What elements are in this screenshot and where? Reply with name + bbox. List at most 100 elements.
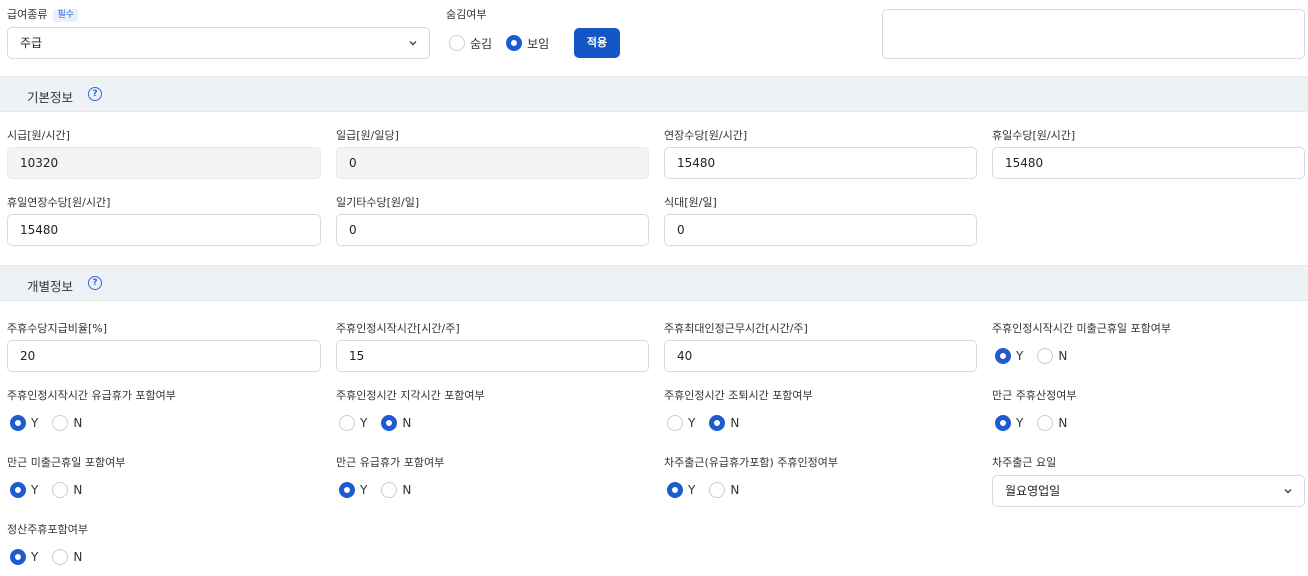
- field-label: 만근 유급휴가 포함여부: [336, 456, 445, 469]
- holiday-overtime-input[interactable]: 15480: [7, 214, 321, 246]
- radio-icon: [381, 415, 398, 431]
- yn-radio-group: Y N: [995, 415, 1081, 431]
- radio-icon: [667, 482, 683, 498]
- radio-label: N: [402, 483, 412, 497]
- radio-label: N: [73, 550, 83, 564]
- radio-label: 숨김: [470, 36, 493, 51]
- radio-yes[interactable]: Y: [995, 348, 1023, 364]
- radio-no[interactable]: N: [381, 415, 411, 431]
- yn-radio-group: Y N: [10, 482, 96, 498]
- hide-radio-group: 숨김 보임: [449, 35, 563, 51]
- required-badge: 필수: [53, 9, 79, 22]
- hourly-wage-input[interactable]: 10320: [7, 147, 321, 179]
- select-value: 월요영업일: [1005, 484, 1061, 498]
- field-label: 일기타수당[원/일]: [336, 196, 420, 209]
- radio-icon: [1037, 415, 1054, 431]
- yn-radio-group: Y N: [667, 415, 753, 431]
- radio-no[interactable]: N: [1037, 348, 1067, 364]
- radio-yes[interactable]: Y: [10, 549, 38, 565]
- chevron-down-icon: [409, 41, 417, 46]
- radio-yes[interactable]: Y: [995, 415, 1023, 431]
- radio-icon: [449, 35, 465, 51]
- next-week-day-select[interactable]: 월요영업일: [992, 475, 1305, 507]
- hide-radio-hidden[interactable]: 숨김: [449, 35, 492, 52]
- radio-icon: [709, 415, 726, 431]
- weekly-start-hours-input[interactable]: 15: [336, 340, 649, 372]
- radio-yes[interactable]: Y: [10, 482, 38, 498]
- radio-label: N: [73, 416, 83, 430]
- radio-yes[interactable]: Y: [339, 482, 367, 498]
- radio-label: Y: [360, 416, 368, 430]
- section-title: 개별정보: [27, 279, 74, 294]
- radio-yes[interactable]: Y: [10, 415, 38, 431]
- field-label: 주휴인정시작시간[시간/주]: [336, 322, 460, 335]
- weekly-allowance-rate-input[interactable]: 20: [7, 340, 321, 372]
- hide-radio-visible[interactable]: 보임: [506, 35, 549, 52]
- radio-label: Y: [1016, 349, 1024, 363]
- radio-no[interactable]: N: [52, 549, 82, 565]
- field-label: 일급[원/일당]: [336, 129, 399, 142]
- pay-type-value: 주급: [20, 36, 43, 50]
- radio-icon: [52, 549, 69, 565]
- radio-no[interactable]: N: [709, 415, 739, 431]
- overtime-pay-input[interactable]: 15480: [664, 147, 977, 179]
- field-label: 주휴최대인정근무시간[시간/주]: [664, 322, 808, 335]
- field-label: 휴일수당[원/시간]: [992, 129, 1076, 142]
- radio-label: N: [402, 416, 412, 430]
- field-label: 차주출근 요일: [992, 456, 1057, 469]
- pay-type-label-text: 급여종류: [7, 8, 48, 21]
- field-label: 식대[원/일]: [664, 196, 717, 209]
- radio-label: Y: [31, 550, 39, 564]
- radio-label: Y: [360, 483, 368, 497]
- radio-label: Y: [31, 483, 39, 497]
- radio-no[interactable]: N: [52, 482, 82, 498]
- radio-no[interactable]: N: [1037, 415, 1067, 431]
- field-label: 연장수당[원/시간]: [664, 129, 748, 142]
- radio-icon: [995, 415, 1011, 431]
- radio-yes[interactable]: Y: [667, 415, 695, 431]
- field-label: 주휴인정시간 지각시간 포함여부: [336, 389, 485, 402]
- radio-icon: [52, 415, 69, 431]
- radio-icon: [709, 482, 726, 498]
- radio-yes[interactable]: Y: [339, 415, 367, 431]
- radio-no[interactable]: N: [381, 482, 411, 498]
- memo-textarea[interactable]: [882, 9, 1305, 59]
- radio-no[interactable]: N: [709, 482, 739, 498]
- radio-icon: [381, 482, 398, 498]
- radio-icon: [10, 482, 26, 498]
- radio-icon: [339, 415, 355, 431]
- field-label: 정산주휴포함여부: [7, 523, 88, 536]
- help-icon[interactable]: ?: [88, 276, 102, 290]
- pay-type-select[interactable]: 주급: [7, 27, 430, 59]
- chevron-down-icon: [1284, 489, 1292, 494]
- yn-radio-group: Y N: [339, 482, 425, 498]
- holiday-pay-input[interactable]: 15480: [992, 147, 1305, 179]
- radio-icon: [995, 348, 1011, 364]
- hide-label: 숨김여부: [446, 8, 487, 21]
- yn-radio-group: Y N: [995, 348, 1081, 364]
- radio-label: Y: [688, 416, 696, 430]
- daily-wage-input[interactable]: 0: [336, 147, 649, 179]
- field-label: 만근 주휴산정여부: [992, 389, 1077, 402]
- field-label: 휴일연장수당[원/시간]: [7, 196, 111, 209]
- meal-allowance-input[interactable]: 0: [664, 214, 977, 246]
- radio-icon: [339, 482, 355, 498]
- help-icon[interactable]: ?: [88, 87, 102, 101]
- radio-icon: [667, 415, 683, 431]
- daily-other-allowance-input[interactable]: 0: [336, 214, 649, 246]
- individual-section-header: 개별정보 ?: [0, 265, 1308, 301]
- radio-icon: [10, 415, 26, 431]
- field-label: 주휴인정시간 조퇴시간 포함여부: [664, 389, 813, 402]
- yn-radio-group: Y N: [667, 482, 753, 498]
- field-label: 차주출근(유급휴가포함) 주휴인정여부: [664, 456, 838, 469]
- radio-icon: [506, 35, 523, 51]
- radio-label: N: [730, 483, 740, 497]
- radio-label: N: [1058, 349, 1068, 363]
- weekly-max-hours-input[interactable]: 40: [664, 340, 977, 372]
- field-label: 주휴인정시작시간 유급휴가 포함여부: [7, 389, 176, 402]
- radio-no[interactable]: N: [52, 415, 82, 431]
- basic-section-header: 기본정보 ?: [0, 76, 1308, 112]
- apply-button[interactable]: 적용: [574, 28, 620, 58]
- radio-label: Y: [31, 416, 39, 430]
- radio-yes[interactable]: Y: [667, 482, 695, 498]
